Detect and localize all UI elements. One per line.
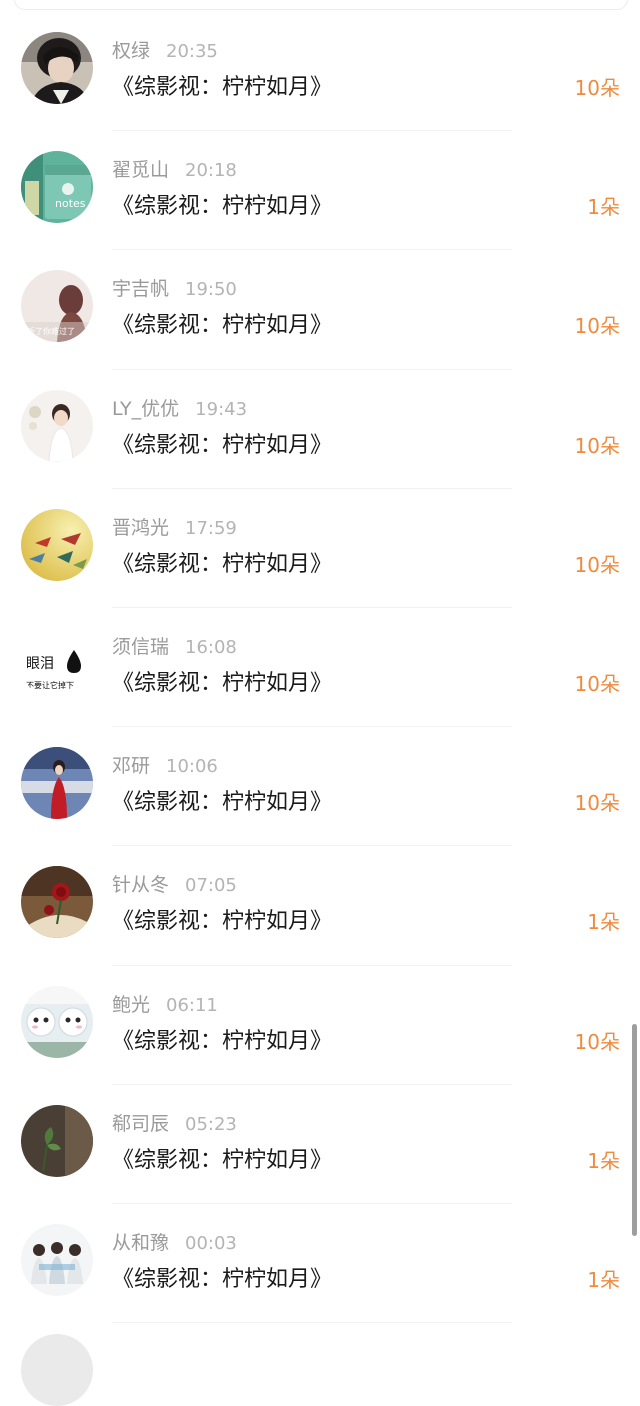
- avatar-notes-photo-icon: notes: [21, 151, 93, 224]
- book-title[interactable]: 《综影视：柠柠如月》: [112, 1264, 332, 1296]
- list-item[interactable]: 听了你难过了 宇吉帆 19:50 《综影视：柠柠如月》 10朵: [0, 250, 640, 370]
- user-name[interactable]: 晋鸿光: [112, 517, 169, 539]
- timestamp: 06:11: [166, 994, 218, 1016]
- avatar-caption: 听了你难过了: [27, 326, 75, 336]
- list-item[interactable]: 晋鸿光 17:59 《综影视：柠柠如月》 10朵: [0, 489, 640, 608]
- avatar[interactable]: [21, 1104, 93, 1177]
- gift-record-list: 权绿 20:35 《综影视：柠柠如月》 10朵 notes 翟觅山 20:18 《综…: [0, 12, 640, 1324]
- book-title[interactable]: 《综影视：柠柠如月》: [112, 430, 332, 462]
- book-title[interactable]: 《综影视：柠柠如月》: [112, 1026, 332, 1058]
- timestamp: 20:35: [166, 41, 218, 62]
- avatar[interactable]: [21, 389, 93, 462]
- flower-count: 1朵: [587, 195, 620, 220]
- divider: [112, 1322, 512, 1324]
- flower-count: 1朵: [587, 1148, 620, 1173]
- avatar-group-photo-icon: [21, 1223, 93, 1296]
- svg-text:notes: notes: [55, 197, 86, 210]
- avatar-red-dress-photo-icon: [21, 747, 93, 820]
- timestamp: 19:50: [185, 279, 237, 301]
- avatar-paper-cranes-photo-icon: [21, 508, 93, 581]
- avatar-tear-drop-text-icon: 眼泪 不要让它掉下: [21, 627, 93, 700]
- flower-count: 10朵: [574, 552, 620, 577]
- avatar-little-girl-photo-icon: [21, 389, 93, 462]
- next-avatar-peek: [21, 1334, 93, 1406]
- avatar-cute-dolls-photo-icon: [21, 985, 93, 1058]
- book-title[interactable]: 《综影视：柠柠如月》: [112, 668, 332, 700]
- avatar[interactable]: 眼泪 不要让它掉下: [21, 627, 93, 700]
- avatar[interactable]: [21, 985, 93, 1058]
- list-item[interactable]: LY_优优 19:43 《综影视：柠柠如月》 10朵: [0, 370, 640, 489]
- avatar-girl-silhouette-photo-icon: 听了你难过了: [21, 270, 93, 343]
- avatar[interactable]: [21, 747, 93, 820]
- flower-count: 10朵: [574, 76, 620, 100]
- list-item[interactable]: 鲍光 06:11 《综影视：柠柠如月》 10朵: [0, 966, 640, 1085]
- list-item[interactable]: 邓研 10:06 《综影视：柠柠如月》 10朵: [0, 727, 640, 847]
- avatar[interactable]: [21, 508, 93, 581]
- timestamp: 05:23: [185, 1113, 237, 1135]
- book-title[interactable]: 《综影视：柠柠如月》: [112, 310, 332, 342]
- timestamp: 00:03: [185, 1232, 237, 1254]
- scrollbar[interactable]: [632, 1024, 637, 1236]
- flower-count: 10朵: [574, 1029, 620, 1054]
- avatar[interactable]: [21, 866, 93, 939]
- timestamp: 20:18: [185, 160, 237, 182]
- book-title[interactable]: 《综影视：柠柠如月》: [112, 191, 332, 223]
- previous-card-edge: [14, 0, 628, 10]
- user-name[interactable]: LY_优优: [112, 398, 179, 420]
- flower-count: 10朵: [574, 433, 620, 458]
- avatar-dark-hair-photo-icon: [21, 32, 93, 104]
- flower-count: 10朵: [574, 671, 620, 696]
- user-name[interactable]: 须信瑞: [112, 636, 169, 658]
- user-name[interactable]: 权绿: [112, 40, 150, 62]
- flower-count: 10朵: [574, 314, 620, 339]
- timestamp: 10:06: [166, 756, 218, 778]
- timestamp: 07:05: [185, 875, 237, 897]
- timestamp: 16:08: [185, 636, 237, 658]
- list-item[interactable]: 针从冬 07:05 《综影视：柠柠如月》 1朵: [0, 846, 640, 966]
- user-name[interactable]: 邓研: [112, 755, 150, 777]
- avatar[interactable]: [21, 32, 93, 104]
- book-title[interactable]: 《综影视：柠柠如月》: [112, 72, 332, 104]
- book-title[interactable]: 《综影视：柠柠如月》: [112, 549, 332, 581]
- list-item[interactable]: notes 翟觅山 20:18 《综影视：柠柠如月》 1朵: [0, 131, 640, 251]
- timestamp: 19:43: [195, 398, 248, 420]
- book-title[interactable]: 《综影视：柠柠如月》: [112, 787, 332, 819]
- avatar[interactable]: 听了你难过了: [21, 270, 93, 343]
- user-name[interactable]: 翟觅山: [112, 159, 169, 181]
- user-name[interactable]: 郗司辰: [112, 1113, 169, 1135]
- avatar[interactable]: [21, 1223, 93, 1296]
- flower-count: 1朵: [587, 1267, 620, 1292]
- list-item[interactable]: 郗司辰 05:23 《综影视：柠柠如月》 1朵: [0, 1085, 640, 1204]
- list-item[interactable]: 从和豫 00:03 《综影视：柠柠如月》 1朵: [0, 1204, 640, 1324]
- avatar-tear-sub: 不要让它掉下: [26, 680, 74, 690]
- book-title[interactable]: 《综影视：柠柠如月》: [112, 1145, 332, 1177]
- flower-count: 10朵: [574, 791, 620, 816]
- avatar-tear-main: 眼泪: [26, 656, 54, 672]
- avatar-leaf-photo-icon: [21, 1104, 93, 1177]
- user-name[interactable]: 针从冬: [112, 874, 169, 896]
- list-item[interactable]: 权绿 20:35 《综影视：柠柠如月》 10朵: [0, 12, 640, 132]
- book-title[interactable]: 《综影视：柠柠如月》: [112, 906, 332, 938]
- user-name[interactable]: 宇吉帆: [112, 278, 169, 300]
- avatar-rose-book-photo-icon: [21, 866, 93, 939]
- user-name[interactable]: 从和豫: [112, 1232, 169, 1254]
- avatar[interactable]: notes: [21, 151, 93, 224]
- flower-count: 1朵: [587, 910, 620, 935]
- list-item[interactable]: 眼泪 不要让它掉下 须信瑞 16:08 《综影视：柠柠如月》 10朵: [0, 608, 640, 728]
- timestamp: 17:59: [185, 517, 237, 539]
- user-name[interactable]: 鲍光: [112, 994, 150, 1016]
